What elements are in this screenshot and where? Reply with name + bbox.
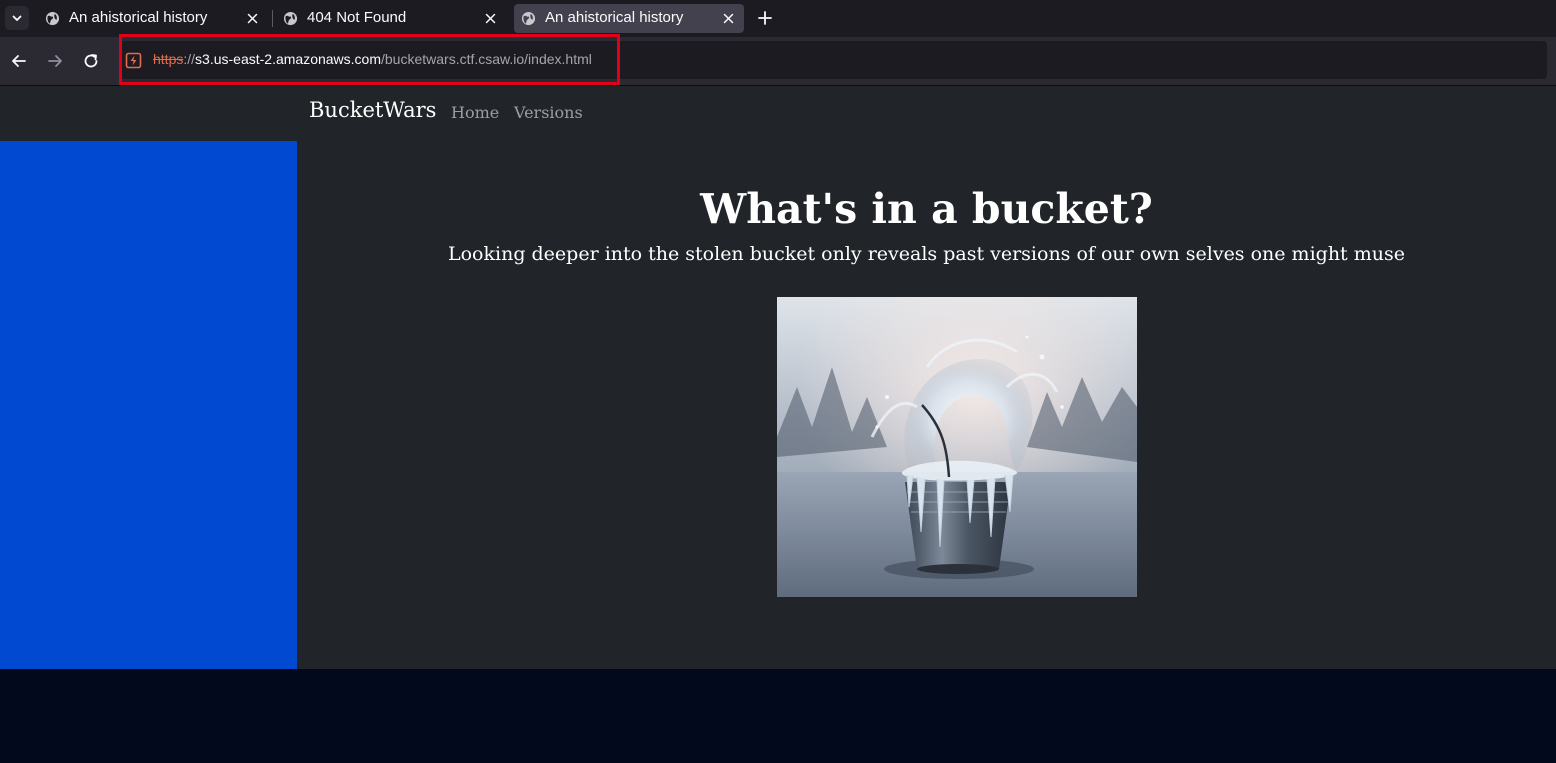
tab-bar: An ahistorical history 404 Not Found An …: [0, 0, 1556, 37]
blue-sidebar-panel: [0, 141, 297, 669]
forward-arrow-icon[interactable]: [44, 50, 66, 72]
list-all-tabs-button[interactable]: [5, 6, 29, 30]
tab-separator: [272, 10, 273, 27]
plus-icon[interactable]: [755, 8, 775, 28]
site-brand[interactable]: BucketWars: [309, 98, 436, 122]
navigation-toolbar: https://s3.us-east-2.amazonaws.com/bucke…: [0, 37, 1556, 86]
globe-icon: [521, 11, 536, 26]
nav-link-home[interactable]: Home: [451, 103, 499, 122]
hero-title: What's in a bucket?: [700, 185, 1153, 233]
tab-title: 404 Not Found: [307, 9, 407, 26]
close-icon[interactable]: [246, 12, 259, 25]
page-footer-area: [0, 669, 1556, 763]
url-bar[interactable]: https://s3.us-east-2.amazonaws.com/bucke…: [119, 41, 1547, 79]
close-icon[interactable]: [722, 12, 735, 25]
tab-title: An ahistorical history: [69, 9, 208, 26]
nav-link-versions[interactable]: Versions: [514, 103, 583, 122]
url-scheme: https: [153, 51, 184, 67]
url-host: s3.us-east-2.amazonaws.com: [195, 51, 381, 67]
page-content: BucketWars Home Versions What's in a buc…: [0, 86, 1556, 669]
tab-title: An ahistorical history: [545, 9, 684, 26]
hero-subtitle: Looking deeper into the stolen bucket on…: [448, 243, 1405, 265]
back-arrow-icon[interactable]: [8, 50, 30, 72]
globe-icon: [283, 11, 298, 26]
insecure-connection-icon[interactable]: [125, 52, 142, 69]
frozen-bucket-image: [777, 297, 1137, 597]
globe-icon: [45, 11, 60, 26]
tab-1[interactable]: An ahistorical history: [38, 4, 268, 33]
chevron-down-icon: [12, 15, 22, 21]
url-path: /bucketwars.ctf.csaw.io/index.html: [381, 51, 592, 67]
tab-2[interactable]: 404 Not Found: [276, 4, 506, 33]
url-text[interactable]: https://s3.us-east-2.amazonaws.com/bucke…: [153, 51, 592, 67]
url-scheme-separator: ://: [183, 51, 196, 67]
tab-3-active[interactable]: An ahistorical history: [514, 4, 744, 33]
site-navbar: BucketWars Home Versions: [0, 86, 1556, 141]
close-icon[interactable]: [484, 12, 497, 25]
reload-icon[interactable]: [80, 50, 102, 72]
